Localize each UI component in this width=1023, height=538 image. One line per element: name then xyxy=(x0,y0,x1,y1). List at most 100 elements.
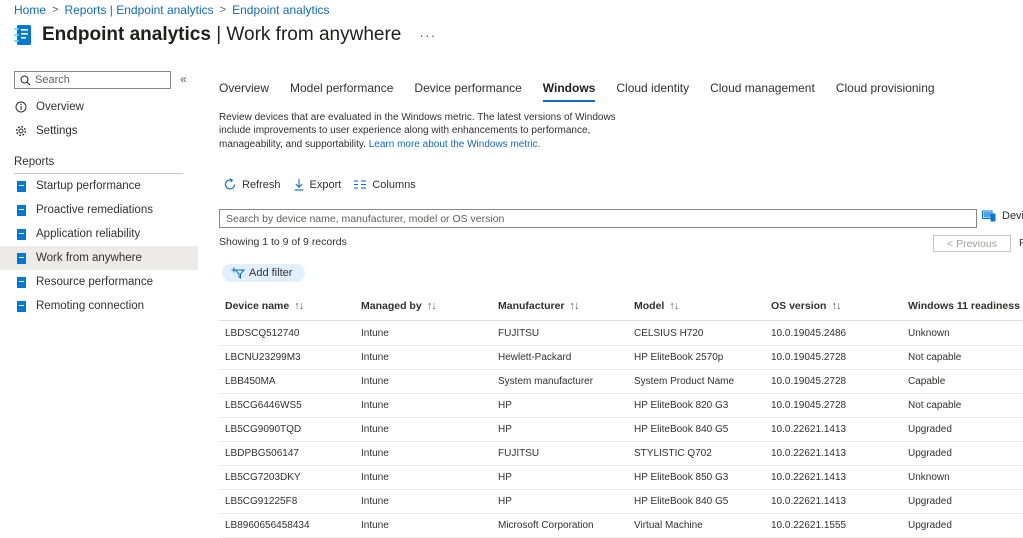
table-row[interactable]: LB8960656458434 Intune Microsoft Corpora… xyxy=(219,513,1023,538)
sidebar-item-label: Overview xyxy=(36,101,84,113)
column-header-managed-by[interactable]: Managed by ↑↓ xyxy=(361,300,437,312)
chevron-right-icon: > xyxy=(52,4,59,16)
column-header-windows11-readiness[interactable]: Windows 11 readiness s... xyxy=(908,300,1023,312)
cell-manufacturer: HP xyxy=(498,424,512,435)
refresh-icon xyxy=(224,178,236,190)
collapse-sidebar-button[interactable]: « xyxy=(180,72,187,86)
next-page-button[interactable]: P xyxy=(1019,237,1023,249)
sidebar-item-application-reliability[interactable]: Application reliability xyxy=(0,222,198,246)
tab-device-performance[interactable]: Device performance xyxy=(414,81,521,102)
device-view-button[interactable]: Devi xyxy=(982,210,1023,222)
sort-icon: ↑↓ xyxy=(569,300,580,312)
report-icon xyxy=(14,251,28,265)
report-icon xyxy=(14,179,28,193)
add-filter-button[interactable]: Add filter xyxy=(222,264,306,282)
tab-cloud-provisioning[interactable]: Cloud provisioning xyxy=(836,81,935,102)
sidebar-item-label: Proactive remediations xyxy=(36,204,153,216)
tab-bar: Overview Model performance Device perfor… xyxy=(219,81,956,102)
column-header-manufacturer[interactable]: Manufacturer ↑↓ xyxy=(498,300,580,312)
breadcrumb-home[interactable]: Home xyxy=(14,3,46,17)
breadcrumb-endpoint-analytics[interactable]: Endpoint analytics xyxy=(232,3,329,17)
cell-device-name: LB5CG7203DKY xyxy=(225,472,301,483)
cell-device-name: LB5CG91225F8 xyxy=(225,496,298,507)
column-header-device-name[interactable]: Device name ↑↓ xyxy=(225,300,304,312)
more-options-button[interactable]: ··· xyxy=(419,27,436,43)
cell-model: CELSIUS H720 xyxy=(634,328,704,339)
refresh-button[interactable]: Refresh xyxy=(224,178,281,191)
cell-device-name: LB5CG6446WS5 xyxy=(225,400,302,411)
table-row[interactable]: LBDPBG506147 Intune FUJITSU STYLISTIC Q7… xyxy=(219,441,1023,466)
device-search-box[interactable] xyxy=(219,209,977,228)
cell-manufacturer: HP xyxy=(498,496,512,507)
cell-manufacturer: HP xyxy=(498,472,512,483)
table-row[interactable]: LBB450MA Intune System manufacturer Syst… xyxy=(219,369,1023,394)
sidebar-search-input[interactable] xyxy=(35,74,155,86)
table-row[interactable]: LB5CG6446WS5 Intune HP HP EliteBook 820 … xyxy=(219,393,1023,418)
record-count: Showing 1 to 9 of 9 records xyxy=(219,236,347,248)
cell-manufacturer: Hewlett-Packard xyxy=(498,352,572,363)
sidebar-item-remoting-connection[interactable]: Remoting connection xyxy=(0,294,198,318)
sidebar-item-label: Application reliability xyxy=(36,228,141,240)
gear-icon xyxy=(14,124,28,138)
cell-model: HP EliteBook 840 G5 xyxy=(634,496,729,507)
table-row[interactable]: LBCNU23299M3 Intune Hewlett-Packard HP E… xyxy=(219,345,1023,370)
cell-model: HP EliteBook 2570p xyxy=(634,352,724,363)
cell-readiness: Capable xyxy=(908,376,946,387)
sort-icon: ↑↓ xyxy=(426,300,437,312)
breadcrumb-reports[interactable]: Reports | Endpoint analytics xyxy=(64,3,213,17)
sidebar-item-resource-performance[interactable]: Resource performance xyxy=(0,270,198,294)
report-icon xyxy=(14,203,28,217)
column-header-model[interactable]: Model ↑↓ xyxy=(634,300,679,312)
toolbar: Refresh Export Columns xyxy=(224,178,428,191)
columns-button[interactable]: Columns xyxy=(353,179,416,191)
sidebar-item-label: Work from anywhere xyxy=(36,252,142,264)
cell-os-version: 10.0.22621.1413 xyxy=(771,472,847,483)
cell-manufacturer: FUJITSU xyxy=(498,328,540,339)
columns-icon xyxy=(354,180,367,189)
tab-overview[interactable]: Overview xyxy=(219,81,269,102)
export-button[interactable]: Export xyxy=(293,178,341,191)
learn-more-link[interactable]: Learn more about the Windows metric. xyxy=(369,139,541,150)
cell-managed-by: Intune xyxy=(361,400,389,411)
table-row[interactable]: LBDSCQ512740 Intune FUJITSU CELSIUS H720… xyxy=(219,321,1023,346)
cell-device-name: LBB450MA xyxy=(225,376,276,387)
cell-readiness: Not capable xyxy=(908,400,962,411)
reports-section-header: Reports xyxy=(14,156,55,168)
cell-device-name: LB5CG9090TQD xyxy=(225,424,302,435)
cell-readiness: Upgraded xyxy=(908,496,952,507)
cell-manufacturer: System manufacturer xyxy=(498,376,594,387)
cell-os-version: 10.0.22621.1413 xyxy=(771,424,847,435)
search-icon xyxy=(20,74,31,85)
column-header-os-version[interactable]: OS version ↑↓ xyxy=(771,300,841,312)
table-header: Device name ↑↓ Managed by ↑↓ Manufacturer ↑… xyxy=(219,293,1023,321)
sidebar-item-label: Settings xyxy=(36,125,78,137)
device-search-input[interactable] xyxy=(220,210,972,228)
cell-os-version: 10.0.19045.2486 xyxy=(771,328,847,339)
cell-managed-by: Intune xyxy=(361,448,389,459)
tab-model-performance[interactable]: Model performance xyxy=(290,81,393,102)
table-row[interactable]: LB5CG7203DKY Intune HP HP EliteBook 850 … xyxy=(219,465,1023,490)
cell-os-version: 10.0.19045.2728 xyxy=(771,376,847,387)
sidebar-item-settings[interactable]: Settings xyxy=(0,119,198,143)
cell-os-version: 10.0.19045.2728 xyxy=(771,400,847,411)
sidebar-item-label: Startup performance xyxy=(36,180,141,192)
sidebar-search-box[interactable] xyxy=(14,71,171,89)
tab-windows[interactable]: Windows xyxy=(542,81,596,102)
info-icon xyxy=(14,100,28,114)
sidebar-item-startup-performance[interactable]: Startup performance xyxy=(0,174,198,198)
cell-model: System Product Name xyxy=(634,376,735,387)
sidebar-item-proactive-remediations[interactable]: Proactive remediations xyxy=(0,198,198,222)
cell-model: Virtual Machine xyxy=(634,520,703,531)
cell-device-name: LBDSCQ512740 xyxy=(225,328,300,339)
cell-os-version: 10.0.22621.1555 xyxy=(771,520,847,531)
cell-manufacturer: FUJITSU xyxy=(498,448,540,459)
table-row[interactable]: LB5CG9090TQD Intune HP HP EliteBook 840 … xyxy=(219,417,1023,442)
tab-cloud-identity[interactable]: Cloud identity xyxy=(616,81,689,102)
previous-page-button[interactable]: < Previous xyxy=(933,235,1011,252)
sidebar-item-work-from-anywhere[interactable]: Work from anywhere xyxy=(0,246,198,270)
add-filter-icon xyxy=(231,267,245,279)
table-row[interactable]: LB5CG91225F8 Intune HP HP EliteBook 840 … xyxy=(219,489,1023,514)
sidebar-item-overview[interactable]: Overview xyxy=(0,95,198,119)
chevron-right-icon: > xyxy=(219,4,227,16)
tab-cloud-management[interactable]: Cloud management xyxy=(710,81,815,102)
